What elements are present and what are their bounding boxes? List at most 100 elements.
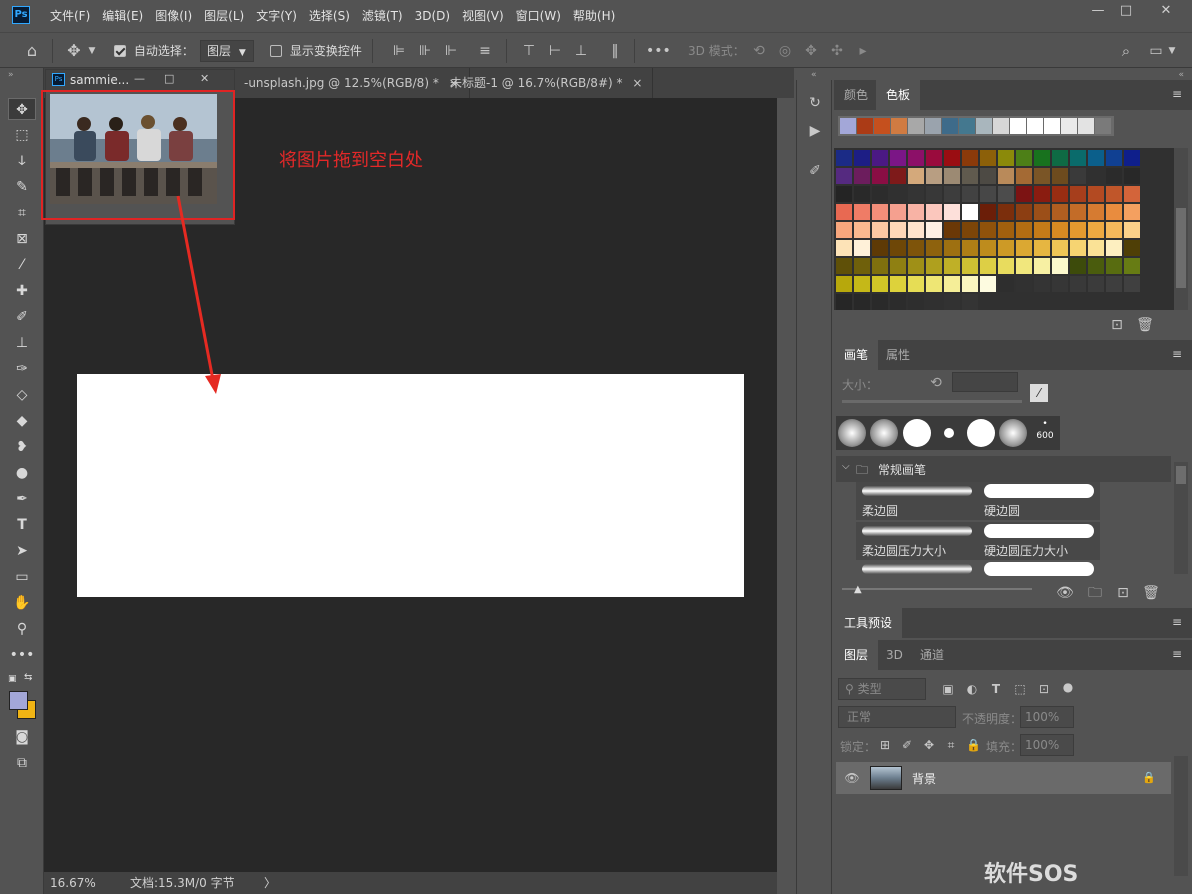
close-icon[interactable]: × [632,76,642,90]
color-swatch[interactable] [836,240,852,256]
menu-item[interactable]: 编辑(E) [96,8,149,24]
color-swatch[interactable] [1088,222,1104,238]
hand-tool-icon[interactable]: ✋ [8,592,36,614]
color-swatch[interactable] [890,204,906,220]
color-swatch[interactable] [854,186,870,202]
layer-row-background[interactable]: 👁 背景 🔒 [836,762,1171,794]
panel-menu-icon[interactable]: ≡ [1172,88,1184,100]
close-button[interactable]: ✕ [1150,0,1182,22]
paint-bucket-tool-icon[interactable]: ◆ [8,410,36,432]
lasso-tool-icon[interactable]: ↆ [8,150,36,172]
adjustment-filter-icon[interactable]: ◐ [964,680,980,698]
color-swatch[interactable] [998,168,1014,184]
color-swatch[interactable] [908,258,924,274]
color-swatch[interactable] [1070,276,1086,292]
color-swatch[interactable] [980,186,996,202]
color-swatch[interactable] [1070,240,1086,256]
menu-item[interactable]: 文字(Y) [250,8,303,24]
menu-item[interactable]: 选择(S) [303,8,356,24]
color-swatch[interactable] [1052,240,1068,256]
floating-window-titlebar[interactable]: Ps sammie... — □ ✕ [46,70,234,90]
color-swatch[interactable] [926,204,942,220]
color-swatch[interactable] [890,258,906,274]
recent-swatch[interactable] [942,118,958,134]
color-swatch[interactable] [1016,168,1032,184]
color-swatch[interactable] [1106,168,1122,184]
color-swatch[interactable] [1070,204,1086,220]
color-swatch[interactable] [962,240,978,256]
screen-mode-icon[interactable]: ⧉ [8,752,36,774]
color-swatch[interactable] [926,294,942,310]
color-swatch[interactable] [1034,276,1050,292]
color-swatch[interactable] [1088,258,1104,274]
color-swatch[interactable] [1034,186,1050,202]
recent-swatch[interactable] [1061,118,1077,134]
auto-select-checkbox[interactable]: 自动选择： [114,42,194,60]
color-swatch[interactable] [836,168,852,184]
recent-swatch[interactable] [840,118,856,134]
lock-artboard-icon[interactable]: ⌗ [944,736,958,754]
menu-item[interactable]: 视图(V) [456,8,510,24]
color-swatch[interactable] [1124,168,1140,184]
color-swatch[interactable] [1016,258,1032,274]
color-swatch[interactable] [1052,150,1068,166]
default-colors-icon[interactable]: ▣ [8,674,17,684]
chevron-down-icon[interactable]: ▼ [86,42,98,60]
color-swatch[interactable] [1088,186,1104,202]
color-swatch[interactable] [926,240,942,256]
path-select-tool-icon[interactable]: ➤ [8,540,36,562]
color-swatch[interactable] [890,276,906,292]
workspace-icon[interactable]: ▭ [1146,42,1166,60]
float-minimize-button[interactable]: — [134,72,145,85]
color-swatch[interactable] [944,204,960,220]
color-swatch[interactable] [998,276,1014,292]
color-swatch[interactable] [944,294,960,310]
color-swatch[interactable] [1016,240,1032,256]
brush-hard-round-pressure[interactable]: 硬边圆压力大小 [978,522,1100,560]
recent-swatch[interactable] [891,118,907,134]
color-swatch[interactable] [872,222,888,238]
align-center-icon[interactable]: ⊪ [416,42,434,60]
color-swatch[interactable] [962,294,978,310]
type-filter-icon[interactable]: T [988,680,1004,698]
filter-toggle-icon[interactable]: ● [1060,678,1076,696]
color-swatch[interactable] [1106,240,1122,256]
recent-swatch[interactable] [857,118,873,134]
color-swatch[interactable] [836,204,852,220]
color-swatch[interactable] [980,168,996,184]
color-swatch[interactable] [944,150,960,166]
color-swatch[interactable] [836,222,852,238]
color-swatch[interactable] [1034,150,1050,166]
color-swatch[interactable] [1106,186,1122,202]
layer-filter-select[interactable]: ⚲ 类型 [838,678,926,700]
color-swatch[interactable] [908,294,924,310]
recent-swatch[interactable] [959,118,975,134]
collapse-arrows-icon[interactable]: « [1178,70,1184,80]
recent-swatch[interactable] [993,118,1009,134]
actions-panel-icon[interactable]: ▶ [805,122,825,140]
reset-icon[interactable]: ⟲ [928,374,944,392]
color-swatch[interactable] [1016,222,1032,238]
color-swatch[interactable] [998,240,1014,256]
recent-swatch[interactable] [1027,118,1043,134]
hard-round-preset[interactable] [903,419,931,447]
color-swatch[interactable] [1106,204,1122,220]
color-swatch[interactable] [854,240,870,256]
tab-untitled-1[interactable]: 未标题-1 @ 16.7%(RGB/8#) * × [440,68,654,98]
folder-icon[interactable]: 🗀 [1086,584,1104,602]
color-swatch[interactable] [854,150,870,166]
panel-menu-icon[interactable]: ≡ [1172,648,1184,660]
brush-edit-icon[interactable]: ⁄ [1030,384,1048,402]
color-swatch[interactable] [980,222,996,238]
color-swatch[interactable] [1070,186,1086,202]
color-swatch[interactable] [1070,258,1086,274]
color-swatch[interactable] [1088,276,1104,292]
history-brush-tool-icon[interactable]: ✑ [8,358,36,380]
brush-hard-round[interactable]: 硬边圆 [978,482,1100,520]
lock-position-icon[interactable]: ✥ [922,736,936,754]
new-brush-icon[interactable]: ⊡ [1114,584,1132,602]
collapse-arrows-icon[interactable]: » [8,70,14,80]
rectangle-tool-icon[interactable]: ▭ [8,566,36,588]
color-swatch[interactable] [890,294,906,310]
auto-select-target-select[interactable]: 图层 ▼ [200,40,254,62]
